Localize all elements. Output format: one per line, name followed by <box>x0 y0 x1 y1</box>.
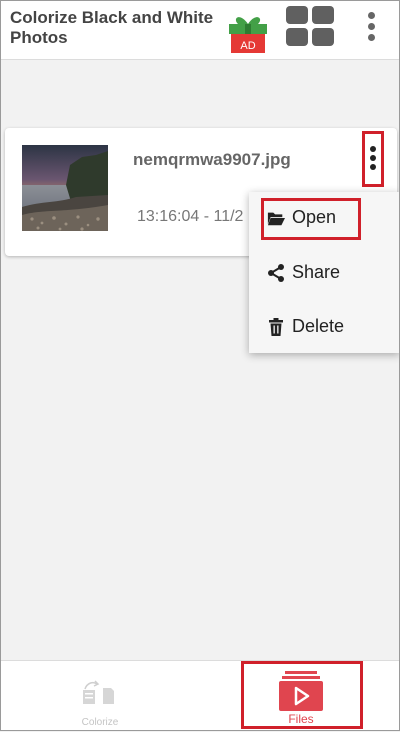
file-timestamp: 13:16:04 - 11/2 <box>137 208 244 225</box>
menu-item-share[interactable]: Share <box>249 247 400 299</box>
menu-item-label: Delete <box>292 316 345 336</box>
grid-view-button[interactable] <box>286 6 334 46</box>
share-icon <box>268 264 284 282</box>
more-dot <box>370 155 376 161</box>
nav-tab-label: Colorize <box>81 717 119 728</box>
open-highlight-box <box>261 198 361 240</box>
screen-frame <box>0 0 400 731</box>
overflow-menu-button[interactable] <box>364 12 380 42</box>
seascape-thumbnail-image <box>22 145 108 231</box>
top-app-bar: Colorize Black and White Photos AD <box>0 0 400 60</box>
file-name: nemqrmwa9907.jpg <box>133 150 291 169</box>
grid-icon-cell <box>312 6 334 24</box>
gift-icon: AD <box>229 17 267 53</box>
more-dot <box>368 34 375 41</box>
ad-badge: AD <box>240 40 255 52</box>
app-title: Colorize Black and White Photos <box>10 8 214 47</box>
grid-icon-cell <box>286 6 308 24</box>
menu-item-label: Share <box>292 262 341 282</box>
more-dot <box>368 12 375 19</box>
ad-gift-button[interactable]: AD <box>226 10 270 54</box>
photo-thumbnail[interactable] <box>22 145 108 231</box>
grid-icon-cell <box>312 28 334 46</box>
card-more-button[interactable] <box>362 131 384 187</box>
nav-tab-colorize[interactable]: Colorize <box>60 661 140 732</box>
more-dot <box>368 23 375 30</box>
colorize-icon <box>83 680 114 704</box>
files-highlight-box <box>241 661 363 729</box>
more-dot <box>370 164 376 170</box>
grid-icon-cell <box>286 28 308 46</box>
menu-item-delete[interactable]: Delete <box>249 301 400 353</box>
trash-icon <box>269 318 283 336</box>
more-dot <box>370 146 376 152</box>
